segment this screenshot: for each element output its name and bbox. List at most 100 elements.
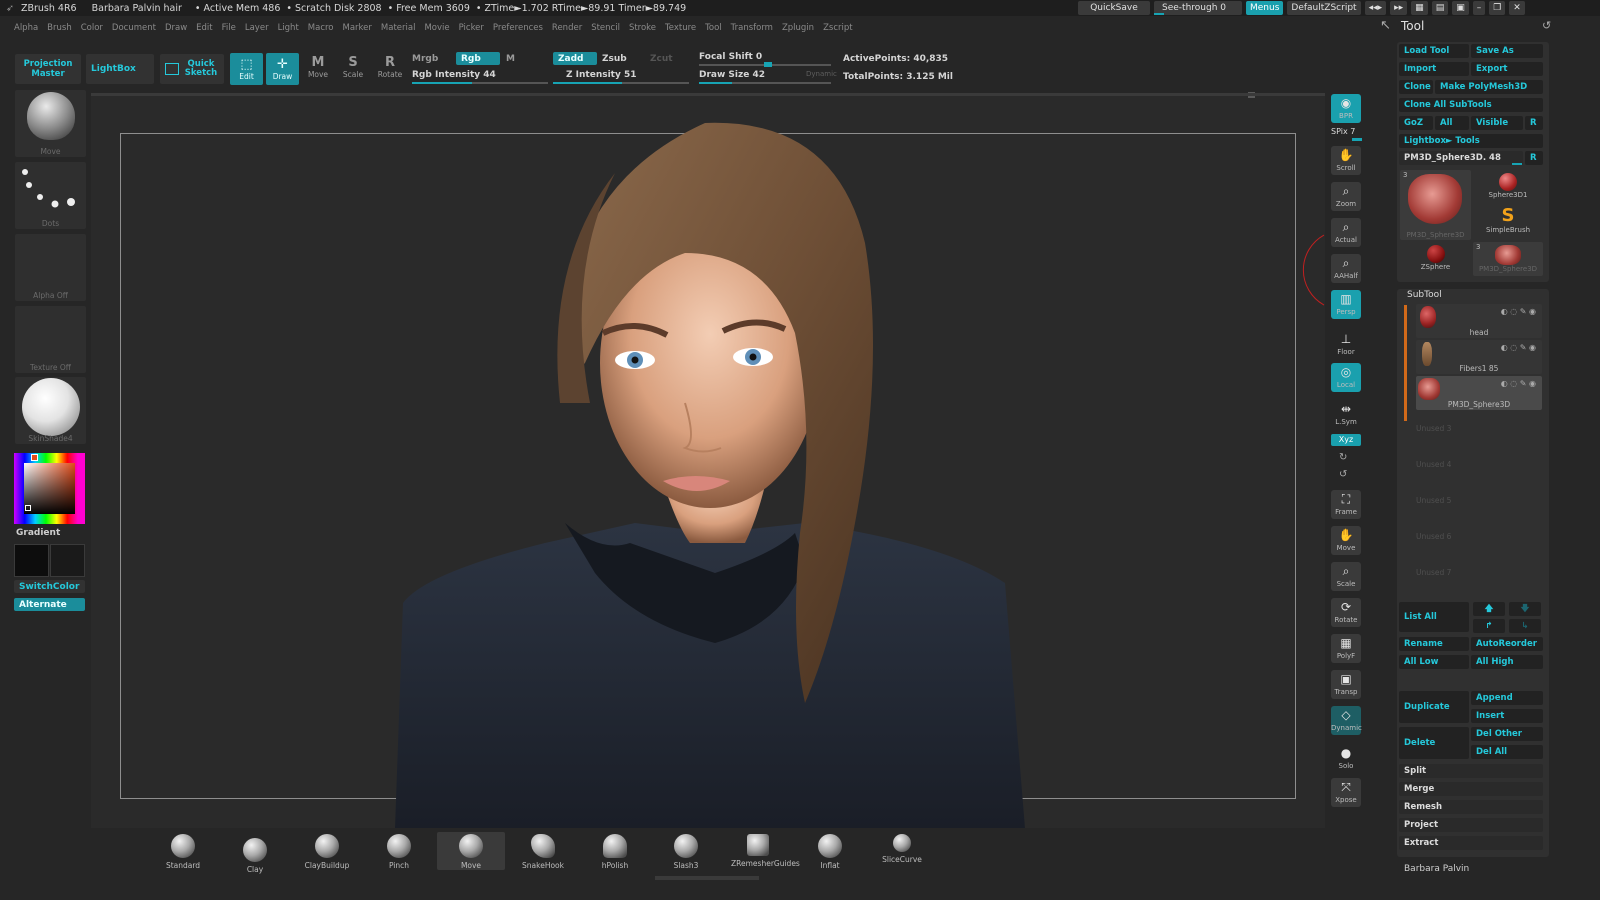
- shelf-zoom-button[interactable]: ⌕ Zoom: [1331, 182, 1361, 211]
- shelf-xpose-button[interactable]: ⤧ Xpose: [1331, 778, 1361, 807]
- all-low-button[interactable]: All Low: [1399, 655, 1469, 669]
- brush-move[interactable]: Move: [437, 832, 505, 870]
- lightbox-tools-button[interactable]: Lightbox► Tools: [1399, 134, 1543, 148]
- layout-right-icon[interactable]: ▸▸: [1390, 1, 1408, 15]
- list-all-button[interactable]: List All: [1399, 602, 1469, 632]
- menu-stencil[interactable]: Stencil: [591, 23, 620, 33]
- duplicate-button[interactable]: Duplicate: [1399, 691, 1469, 723]
- menu-draw[interactable]: Draw: [165, 23, 187, 33]
- dynamic-toggle[interactable]: Dynamic: [806, 70, 837, 78]
- draw-size-slider[interactable]: Draw Size 42: [699, 70, 765, 80]
- brush-thumbnail[interactable]: Move: [15, 90, 86, 157]
- shelf-bpr-button[interactable]: ◉ BPR: [1331, 94, 1361, 123]
- menu-marker[interactable]: Marker: [343, 23, 372, 33]
- switch-color-button[interactable]: SwitchColor: [14, 580, 85, 593]
- insert-button[interactable]: Insert: [1471, 709, 1543, 723]
- rgb-intensity-slider[interactable]: Rgb Intensity 44: [412, 70, 496, 80]
- import-button[interactable]: Import: [1399, 62, 1469, 76]
- clone-button[interactable]: Clone: [1399, 80, 1433, 94]
- del-other-button[interactable]: Del Other: [1471, 727, 1543, 741]
- subtool-visibility-icon[interactable]: ◐ ◌ ✎ ◉: [1501, 343, 1536, 352]
- delete-button[interactable]: Delete: [1399, 727, 1469, 759]
- zadd-button[interactable]: Zadd: [553, 52, 597, 65]
- alternate-button[interactable]: Alternate: [14, 598, 85, 611]
- tool-thumb-pm3d-sphere-active[interactable]: 3 PM3D_Sphere3D: [1400, 170, 1471, 240]
- m-button[interactable]: M: [506, 54, 515, 64]
- menu-brush[interactable]: Brush: [47, 23, 72, 33]
- menu-tool[interactable]: Tool: [705, 23, 722, 33]
- make-polymesh-button[interactable]: Make PolyMesh3D: [1435, 80, 1543, 94]
- menu-zplugin[interactable]: Zplugin: [782, 23, 814, 33]
- subtool-visibility-icon[interactable]: ◐ ◌ ✎ ◉: [1501, 379, 1536, 388]
- model-render[interactable]: [385, 103, 1035, 828]
- bottom-tray-handle[interactable]: [655, 876, 759, 880]
- menu-preferences[interactable]: Preferences: [493, 23, 543, 33]
- shelf-solo-button[interactable]: ● Solo: [1331, 744, 1361, 773]
- tool-thumb-simplebrush[interactable]: S SimpleBrush: [1473, 206, 1543, 240]
- edit-button[interactable]: ⬚ Edit: [230, 53, 263, 85]
- subtool-unused-5[interactable]: Unused 5: [1416, 496, 1451, 505]
- subtool-row-pm3d-sphere[interactable]: ◐ ◌ ✎ ◉ PM3D_Sphere3D: [1416, 376, 1542, 410]
- z-intensity-slider[interactable]: Z Intensity 51: [566, 70, 637, 80]
- alpha-thumbnail[interactable]: Alpha Off: [15, 234, 86, 301]
- tool-thumb-sphere3d1[interactable]: Sphere3D1: [1473, 170, 1543, 204]
- export-button[interactable]: Export: [1471, 62, 1543, 76]
- menus-toggle[interactable]: Menus: [1246, 1, 1284, 15]
- subtool-row-head[interactable]: ◐ ◌ ✎ ◉ head: [1416, 304, 1542, 338]
- shelf-aahalf-button[interactable]: ⌕ AAHalf: [1331, 254, 1361, 283]
- shelf-l-sym-button[interactable]: ⇹ L.Sym: [1331, 400, 1361, 429]
- goz-button[interactable]: GoZ: [1399, 116, 1433, 130]
- del-all-button[interactable]: Del All: [1471, 745, 1543, 759]
- menu-render[interactable]: Render: [552, 23, 582, 33]
- draw-button[interactable]: ✛ Draw: [266, 53, 299, 85]
- canvas-top-scrollbar[interactable]: [91, 93, 1325, 96]
- clone-all-subtools-button[interactable]: Clone All SubTools: [1399, 98, 1543, 112]
- remesh-menu[interactable]: Remesh: [1399, 800, 1543, 814]
- color-picker-hue-marker[interactable]: [31, 454, 38, 461]
- menu-light[interactable]: Light: [278, 23, 299, 33]
- move-to-bottom-icon[interactable]: ↳: [1509, 619, 1541, 633]
- current-tool-r-button[interactable]: R: [1525, 151, 1543, 165]
- menu-edit[interactable]: Edit: [196, 23, 212, 33]
- mrgb-button[interactable]: Mrgb: [412, 54, 438, 64]
- stroke-thumbnail[interactable]: Dots: [15, 162, 86, 229]
- maximize-icon[interactable]: ❐: [1489, 1, 1506, 15]
- tool-panel-pin-icon[interactable]: ↖: [1380, 18, 1391, 33]
- current-tool-slider[interactable]: PM3D_Sphere3D. 48: [1399, 151, 1523, 165]
- sym-rotate-icon[interactable]: ↻: [1339, 452, 1347, 463]
- move-to-top-icon[interactable]: ↱: [1473, 619, 1505, 633]
- xyz-button[interactable]: Xyz: [1331, 434, 1361, 446]
- shelf-actual-button[interactable]: ⌕ Actual: [1331, 218, 1361, 247]
- menu-texture[interactable]: Texture: [665, 23, 696, 33]
- subtool-unused-7[interactable]: Unused 7: [1416, 568, 1451, 577]
- shelf-dynamic-button[interactable]: ◇ Dynamic: [1331, 706, 1362, 735]
- save-as-button[interactable]: Save As: [1471, 44, 1543, 58]
- brush-pinch[interactable]: Pinch: [372, 832, 426, 870]
- load-tool-button[interactable]: Load Tool: [1399, 44, 1469, 58]
- brush-claybuildup[interactable]: ClayBuildup: [300, 832, 354, 870]
- menu-material[interactable]: Material: [381, 23, 416, 33]
- spix-slider[interactable]: SPix 7: [1331, 127, 1355, 136]
- ui-layout-icon[interactable]: ▦: [1411, 1, 1428, 15]
- see-through-slider[interactable]: See-through 0: [1154, 1, 1242, 15]
- split-menu[interactable]: Split: [1399, 764, 1543, 778]
- main-color-swatch[interactable]: [14, 544, 49, 577]
- quicksave-button[interactable]: QuickSave: [1078, 1, 1150, 15]
- move-up-icon[interactable]: 🡅: [1473, 602, 1505, 616]
- tool-thumb-zsphere[interactable]: ZSphere: [1400, 242, 1471, 276]
- merge-menu[interactable]: Merge: [1399, 782, 1543, 796]
- default-zscript-button[interactable]: DefaultZScript: [1287, 1, 1361, 15]
- brush-hpolish[interactable]: hPolish: [588, 832, 642, 870]
- shelf-move-button[interactable]: ✋ Move: [1331, 526, 1361, 555]
- menu-movie[interactable]: Movie: [424, 23, 449, 33]
- brush-inflat[interactable]: Inflat: [803, 832, 857, 870]
- menu-transform[interactable]: Transform: [731, 23, 773, 33]
- project-menu[interactable]: Project: [1399, 818, 1543, 832]
- tool-panel-title[interactable]: Tool: [1401, 19, 1424, 33]
- subtool-row-fibers[interactable]: ◐ ◌ ✎ ◉ Fibers1 85: [1416, 340, 1542, 374]
- minimize-icon[interactable]: –: [1472, 1, 1486, 15]
- shelf-persp-button[interactable]: ▥ Persp: [1331, 290, 1361, 319]
- projection-master-button[interactable]: Projection Master: [15, 54, 81, 84]
- brush-slash3[interactable]: Slash3: [659, 832, 713, 870]
- extract-menu[interactable]: Extract: [1399, 836, 1543, 850]
